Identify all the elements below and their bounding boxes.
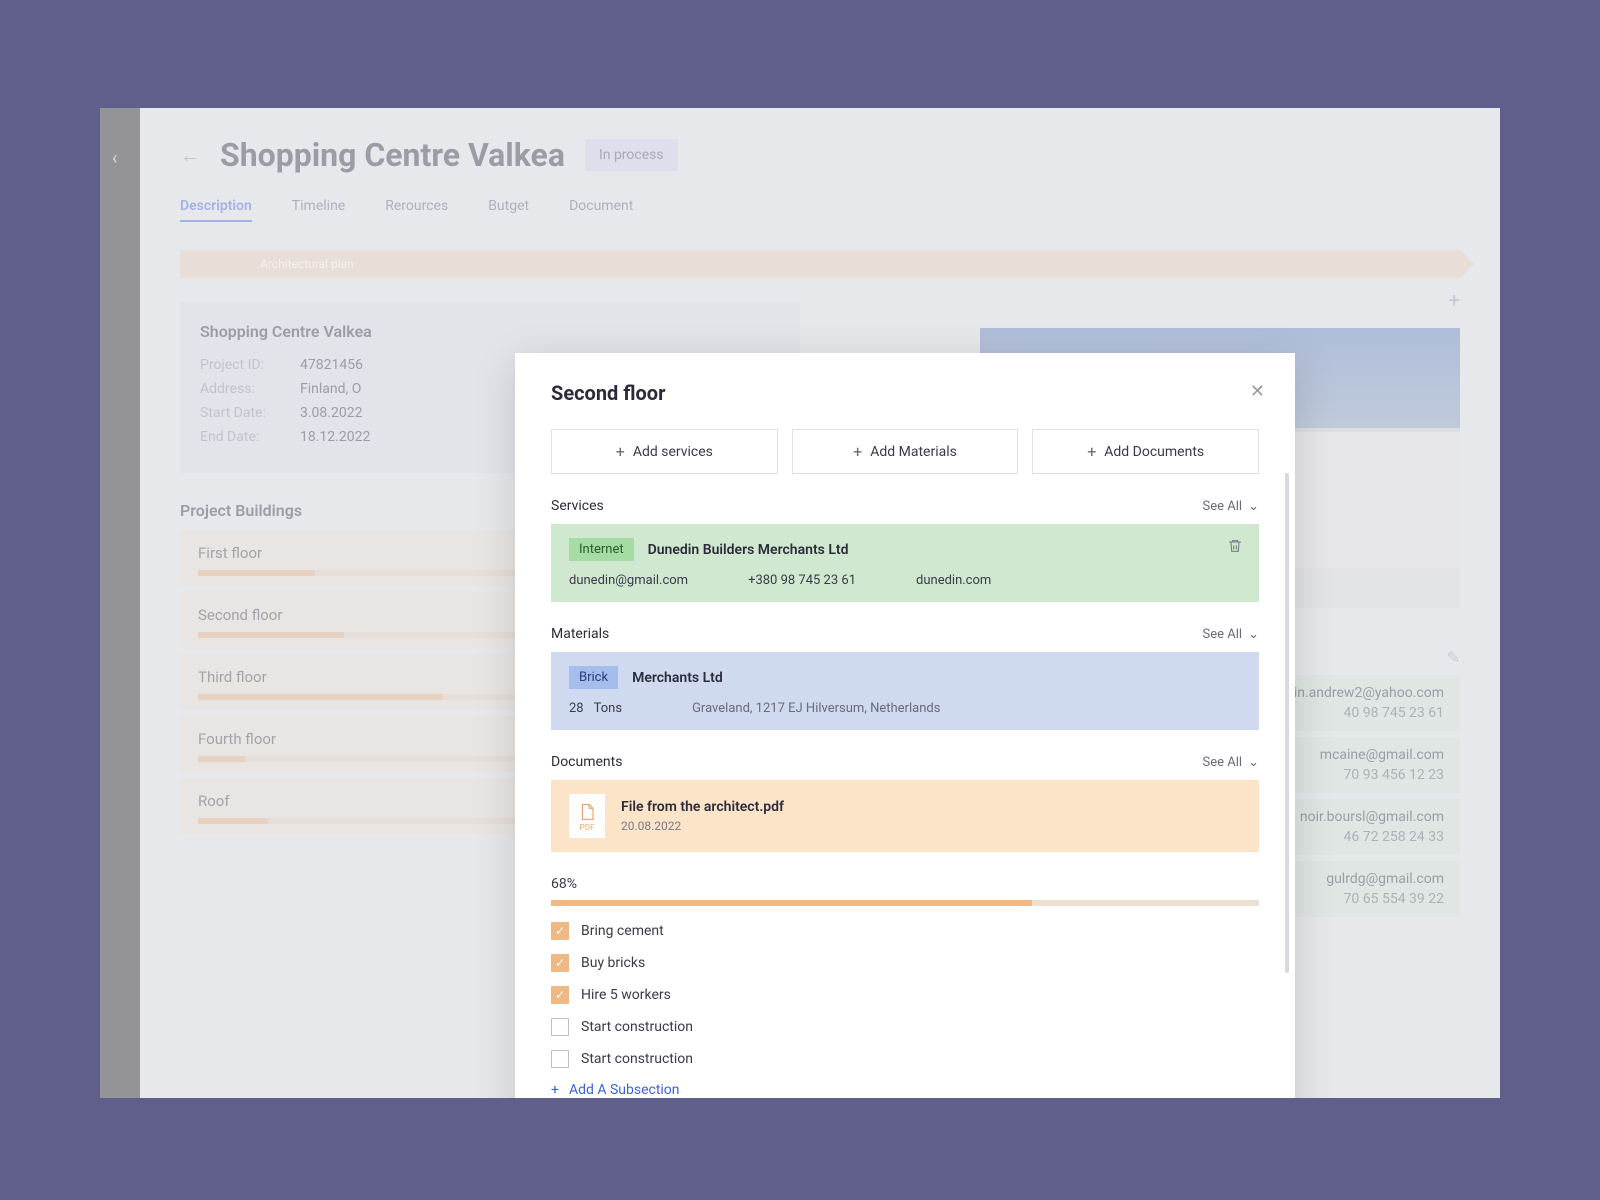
document-card[interactable]: PDF File from the architect.pdf 20.08.20… <box>551 780 1259 852</box>
services-heading: Services <box>551 498 604 514</box>
material-card[interactable]: Brick Merchants Ltd 28 Tons Graveland, 1… <box>551 652 1259 730</box>
task-list: ✓Bring cement ✓Buy bricks ✓Hire 5 worker… <box>551 922 1259 1098</box>
plus-icon: + <box>853 442 862 461</box>
add-subsection-button[interactable]: +Add A Subsection <box>551 1082 1259 1098</box>
chevron-down-icon: ⌄ <box>1248 627 1259 642</box>
service-site: dunedin.com <box>916 573 991 588</box>
materials-heading: Materials <box>551 626 609 642</box>
materials-seeall[interactable]: See All⌄ <box>1203 627 1259 642</box>
pdf-icon: PDF <box>569 794 605 838</box>
task-item[interactable]: Start construction <box>551 1050 1259 1068</box>
chevron-down-icon: ⌄ <box>1248 755 1259 770</box>
checkbox-icon[interactable]: ✓ <box>551 954 569 972</box>
task-item[interactable]: ✓Buy bricks <box>551 954 1259 972</box>
checkbox-icon[interactable] <box>551 1050 569 1068</box>
material-qty: 28 <box>569 701 584 716</box>
document-filename: File from the architect.pdf <box>621 799 784 815</box>
add-services-button[interactable]: +Add services <box>551 429 778 474</box>
plus-icon: + <box>616 442 625 461</box>
app-window: ‹ ← Shopping Centre Valkea In process De… <box>100 108 1500 1098</box>
task-item[interactable]: ✓Bring cement <box>551 922 1259 940</box>
service-email: dunedin@gmail.com <box>569 573 688 588</box>
trash-icon[interactable] <box>1227 538 1243 558</box>
task-item[interactable]: Start construction <box>551 1018 1259 1036</box>
document-date: 20.08.2022 <box>621 819 784 833</box>
service-name: Dunedin Builders Merchants Ltd <box>648 542 849 558</box>
material-tag: Brick <box>569 666 618 689</box>
material-name: Merchants Ltd <box>632 670 723 686</box>
add-materials-button[interactable]: +Add Materials <box>792 429 1019 474</box>
material-address: Graveland, 1217 EJ Hilversum, Netherland… <box>692 701 940 716</box>
close-icon[interactable]: ✕ <box>1250 381 1265 402</box>
plus-icon: + <box>551 1082 559 1098</box>
service-tag: Internet <box>569 538 634 561</box>
progress-label: 68% <box>551 876 1259 892</box>
documents-seeall[interactable]: See All⌄ <box>1203 755 1259 770</box>
services-seeall[interactable]: See All⌄ <box>1203 499 1259 514</box>
checkbox-icon[interactable]: ✓ <box>551 922 569 940</box>
modal-title: Second floor <box>551 381 1259 405</box>
service-phone: +380 98 745 23 61 <box>748 573 856 588</box>
add-documents-button[interactable]: +Add Documents <box>1032 429 1259 474</box>
task-item[interactable]: ✓Hire 5 workers <box>551 986 1259 1004</box>
material-unit: Tons <box>594 701 622 716</box>
progress-bar <box>551 900 1259 906</box>
checkbox-icon[interactable]: ✓ <box>551 986 569 1004</box>
documents-heading: Documents <box>551 754 622 770</box>
floor-detail-modal: Second floor ✕ +Add services +Add Materi… <box>515 353 1295 1098</box>
scrollbar[interactable] <box>1285 473 1289 973</box>
checkbox-icon[interactable] <box>551 1018 569 1036</box>
plus-icon: + <box>1087 442 1096 461</box>
service-card[interactable]: Internet Dunedin Builders Merchants Ltd … <box>551 524 1259 602</box>
chevron-down-icon: ⌄ <box>1248 499 1259 514</box>
